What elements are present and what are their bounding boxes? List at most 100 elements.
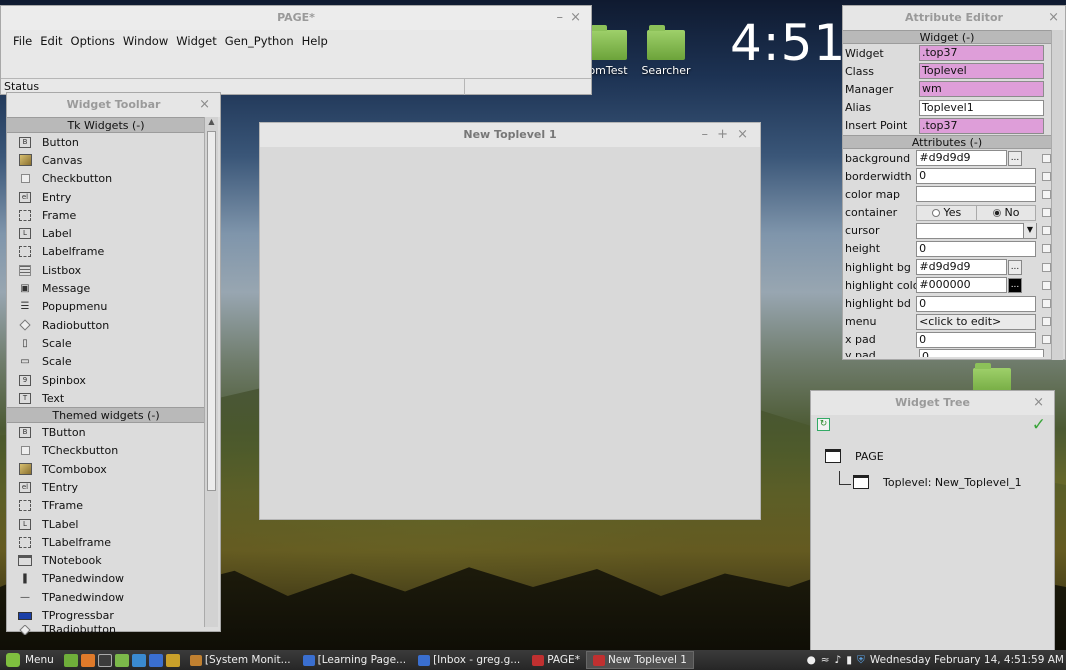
attr-checkbox[interactable] [1042, 262, 1051, 272]
maximize-button[interactable]: + [717, 123, 728, 147]
tool-spinbox[interactable]: 9 Spinbox [7, 371, 205, 389]
container-yes-radio[interactable]: Yes [917, 205, 977, 220]
tool-frame[interactable]: Frame [7, 206, 205, 224]
tool-label[interactable]: L Label [7, 224, 205, 242]
tool-message[interactable]: ▣ Message [7, 279, 205, 297]
tool-tcheckbutton[interactable]: TCheckbutton [7, 442, 205, 460]
color-picker-button[interactable]: ... [1008, 277, 1022, 293]
show-desktop-icon[interactable] [63, 653, 78, 667]
volume-icon[interactable]: ♪ [835, 654, 842, 666]
menu-options[interactable]: Options [67, 32, 119, 50]
tool-radiobutton[interactable]: Radiobutton [7, 316, 205, 334]
start-menu-button[interactable]: Menu [0, 653, 60, 667]
close-button[interactable]: × [570, 6, 581, 30]
tool-tcombobox[interactable]: TCombobox [7, 460, 205, 478]
menu-widget[interactable]: Widget [172, 32, 221, 50]
checkmark-icon[interactable]: ✓ [1032, 415, 1046, 435]
attr-value-manager[interactable]: wm [919, 81, 1044, 98]
task-learning-page[interactable]: [Learning Page... [297, 651, 412, 669]
highlight-color-input[interactable]: #000000 [916, 277, 1008, 294]
wifi-icon[interactable]: ≈ [821, 654, 830, 666]
tool-tprogressbar[interactable]: TProgressbar [7, 606, 205, 624]
colormap-input[interactable] [916, 186, 1037, 203]
close-button[interactable]: × [1048, 6, 1059, 30]
menu-window[interactable]: Window [119, 32, 172, 50]
background-input[interactable]: #d9d9d9 [916, 150, 1008, 167]
attr-checkbox[interactable] [1042, 317, 1051, 327]
monitor-icon[interactable] [165, 653, 180, 667]
tool-popupmenu[interactable]: ☰ Popupmenu [7, 298, 205, 316]
widget-section-header[interactable]: Widget (-) [843, 30, 1051, 44]
task-system-monitor[interactable]: [System Monit... [184, 651, 297, 669]
ypad-input[interactable]: 0 [919, 349, 1044, 357]
cursor-select[interactable] [916, 222, 1037, 239]
widget-toolbar-titlebar[interactable]: Widget Toolbar × [7, 93, 220, 117]
tool-canvas[interactable]: Canvas [7, 151, 205, 169]
minimize-button[interactable]: – [557, 6, 564, 30]
menu-file[interactable]: File [9, 32, 36, 50]
task-inbox[interactable]: [Inbox - greg.g... [412, 651, 526, 669]
tree-node-toplevel[interactable]: Toplevel: New_Toplevel_1 [853, 475, 1022, 489]
highlight-bd-input[interactable]: 0 [916, 295, 1037, 312]
files-icon[interactable] [114, 653, 129, 667]
menu-gen-python[interactable]: Gen_Python [221, 32, 298, 50]
height-input[interactable]: 0 [916, 240, 1037, 257]
xpad-input[interactable]: 0 [916, 331, 1037, 348]
attr-checkbox[interactable] [1042, 171, 1051, 181]
toplevel-titlebar[interactable]: New Toplevel 1 – + × [260, 123, 760, 147]
attr-checkbox[interactable] [1042, 153, 1051, 163]
tool-entry[interactable]: el Entry [7, 188, 205, 206]
tool-tframe[interactable]: TFrame [7, 497, 205, 515]
attr-value-widget[interactable]: .top37 [919, 45, 1044, 62]
attributes-section-header[interactable]: Attributes (-) [843, 134, 1051, 149]
page-titlebar[interactable]: PAGE* – × [1, 6, 591, 30]
taskbar-clock[interactable]: Wednesday February 14, 4:51:59 AM [870, 654, 1064, 666]
task-page[interactable]: PAGE* [526, 651, 586, 669]
tool-listbox[interactable]: Listbox [7, 261, 205, 279]
firefox-icon[interactable] [80, 653, 95, 667]
tool-tnotebook[interactable]: TNotebook [7, 552, 205, 570]
attr-checkbox[interactable] [1042, 280, 1051, 290]
attribute-scrollbar[interactable] [1051, 30, 1063, 360]
toolbar-scrollbar[interactable]: ▲ [204, 117, 218, 627]
tool-labelframe[interactable]: Labelframe [7, 243, 205, 261]
new-toplevel-window[interactable]: New Toplevel 1 – + × [259, 122, 761, 520]
menu-edit[interactable]: Edit [36, 32, 66, 50]
tool-tentry[interactable]: el TEntry [7, 478, 205, 496]
system-icon[interactable] [131, 653, 146, 667]
tool-scale-vertical[interactable]: ▯ Scale [7, 334, 205, 352]
tool-checkbutton[interactable]: Checkbutton [7, 170, 205, 188]
attr-checkbox[interactable] [1042, 226, 1051, 236]
user-icon[interactable]: ● [807, 654, 816, 666]
themed-widgets-header[interactable]: Themed widgets (-) [7, 407, 205, 424]
attribute-editor-titlebar[interactable]: Attribute Editor × [843, 6, 1065, 30]
color-picker-button[interactable]: ... [1008, 259, 1022, 275]
attr-checkbox[interactable] [1042, 299, 1051, 309]
menu-help[interactable]: Help [298, 32, 332, 50]
tool-tbutton[interactable]: B TButton [7, 423, 205, 441]
shield-icon[interactable]: ⛨ [857, 654, 865, 667]
tree-node-page[interactable]: PAGE [825, 449, 884, 463]
menu-edit-button[interactable]: <click to edit> [916, 313, 1037, 330]
battery-icon[interactable]: ▮ [846, 654, 852, 666]
tool-tpanedwindow-horizontal[interactable]: — TPanedwindow [7, 588, 205, 606]
task-new-toplevel[interactable]: New Toplevel 1 [585, 651, 694, 669]
tool-tpanedwindow-vertical[interactable]: ❚ TPanedwindow [7, 570, 205, 588]
highlight-bg-input[interactable]: #d9d9d9 [916, 259, 1008, 276]
chevron-down-icon[interactable]: ▼ [1022, 223, 1037, 239]
tool-scale-horizontal[interactable]: ▭ Scale [7, 353, 205, 371]
desktop-icon-searcher[interactable]: Searcher [636, 25, 696, 77]
attr-checkbox[interactable] [1042, 335, 1051, 345]
attr-checkbox[interactable] [1042, 244, 1051, 254]
tool-text[interactable]: T Text [7, 389, 205, 407]
attr-value-alias[interactable]: Toplevel1 [919, 99, 1044, 116]
attr-checkbox[interactable] [1042, 189, 1051, 199]
thunderbird-icon[interactable] [148, 653, 163, 667]
tk-widgets-header[interactable]: Tk Widgets (-) [7, 117, 205, 133]
tool-button[interactable]: B Button [7, 133, 205, 151]
refresh-icon[interactable]: ↻ [817, 418, 830, 431]
tool-tlabelframe[interactable]: TLabelframe [7, 533, 205, 551]
attr-checkbox[interactable] [1042, 208, 1051, 218]
attr-value-insert-point[interactable]: .top37 [919, 117, 1044, 134]
attr-value-class[interactable]: Toplevel [919, 63, 1044, 80]
